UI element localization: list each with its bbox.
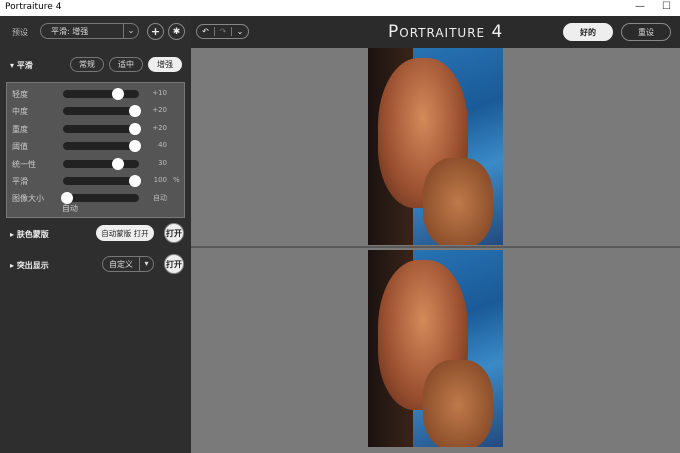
smoothing-mode-button[interactable]: 适中 [109, 57, 143, 72]
slider-label: 统一性 [12, 159, 36, 169]
slider-row: 重度 +20 [7, 122, 186, 136]
split-divider[interactable] [191, 246, 680, 248]
slider-row: 图像大小 自动 [7, 191, 186, 205]
enhance-title: 突出显示 [16, 261, 49, 270]
slider-unit: % [173, 176, 180, 184]
slider-value: +20 [152, 123, 167, 132]
presets-value: 平滑: 增强 [51, 26, 89, 36]
slider-thumb[interactable] [129, 140, 141, 153]
slider-row: 轻度 +10 [7, 87, 186, 101]
original-preview-image [368, 48, 503, 245]
smoothing-title: 平滑 [16, 61, 33, 70]
slider-row: 平滑 100 % [7, 174, 186, 188]
auto-mask-button[interactable]: 自动蒙版 打开 [96, 225, 154, 241]
smoothing-section-toggle[interactable]: ▾ 平滑 [10, 60, 33, 71]
skin-mask-title: 肤色蒙版 [16, 230, 49, 239]
slider-value: 自动 [153, 194, 167, 203]
title-bar: Portraiture 4 — ☐ [0, 0, 680, 16]
slider-track[interactable] [63, 122, 141, 135]
chevron-down-icon: ⌄ [123, 24, 138, 38]
slider-label: 重度 [12, 124, 28, 134]
history-dropdown[interactable]: ⌄ [231, 27, 248, 36]
add-preset-button[interactable]: + [147, 23, 164, 40]
slider-value: +10 [152, 89, 167, 97]
slider-track[interactable] [63, 175, 141, 187]
slider-value: +20 [152, 106, 167, 115]
smoothing-mode-button[interactable]: 增强 [148, 57, 182, 72]
slider-label: 图像大小 [12, 194, 44, 204]
smoothing-sliders-panel: 轻度 +10 中度 +20 重度 +20 阈值 40 统一性 30 平滑 100… [6, 82, 185, 218]
sidebar: 预设 平滑: 增强 ⌄ + ✱ ▾ 平滑 常规 适中 增强 轻度 +10 中度 +2… [0, 16, 191, 453]
app-title: Portraiture 4 [388, 22, 504, 42]
slider-row: 中度 +20 [7, 104, 186, 118]
slider-track[interactable] [63, 88, 139, 100]
undo-button[interactable]: ↶ [197, 27, 214, 36]
history-controls: ↶ ↷ ⌄ [196, 24, 249, 39]
enhance-toggle[interactable]: 打开 [164, 254, 184, 274]
slider-value: 30 [158, 158, 167, 167]
redo-button[interactable]: ↷ [214, 27, 231, 36]
caret-down-icon: ▾ [139, 257, 153, 271]
slider-row: 阈值 40 [7, 139, 186, 153]
presets-label: 预设 [12, 28, 28, 37]
minimize-button[interactable]: — [635, 1, 645, 12]
slider-label: 平滑 [12, 177, 28, 186]
smoothing-mode-button[interactable]: 常规 [70, 57, 104, 72]
slider-label: 阈值 [12, 142, 28, 152]
image-size-auto-label: 自动 [62, 204, 78, 213]
slider-track[interactable] [61, 192, 139, 205]
top-toolbar: ↶ ↷ ⌄ Portraiture 4 好的 重设 [191, 16, 680, 48]
slider-thumb[interactable] [112, 157, 124, 170]
slider-thumb[interactable] [129, 105, 141, 118]
slider-label: 轻度 [12, 90, 28, 99]
skin-mask-toggle[interactable]: 打开 [164, 223, 184, 243]
slider-track[interactable] [63, 105, 141, 118]
enhance-section-toggle[interactable]: ▸ 突出显示 [10, 260, 49, 271]
maximize-button[interactable]: ☐ [662, 1, 671, 12]
slider-thumb[interactable] [129, 175, 141, 187]
gear-icon[interactable]: ✱ [168, 23, 185, 40]
slider-thumb[interactable] [129, 122, 141, 135]
slider-thumb[interactable] [112, 88, 124, 100]
slider-label: 中度 [12, 107, 28, 117]
ok-button[interactable]: 好的 [563, 23, 613, 41]
slider-track[interactable] [63, 157, 139, 170]
window-title: Portraiture 4 [5, 2, 62, 12]
slider-value: 100 [153, 176, 167, 184]
presets-select[interactable]: 平滑: 增强 ⌄ [40, 23, 139, 39]
enhance-select-value: 自定义 [109, 259, 133, 269]
processed-preview-image [368, 250, 503, 447]
slider-track[interactable] [63, 140, 141, 153]
preview-area [191, 48, 680, 453]
slider-row: 统一性 30 [7, 157, 186, 171]
skin-mask-section-toggle[interactable]: ▸ 肤色蒙版 [10, 229, 49, 240]
slider-value: 40 [158, 141, 167, 150]
enhance-select[interactable]: 自定义 ▾ [102, 256, 154, 272]
reset-button[interactable]: 重设 [621, 23, 671, 41]
